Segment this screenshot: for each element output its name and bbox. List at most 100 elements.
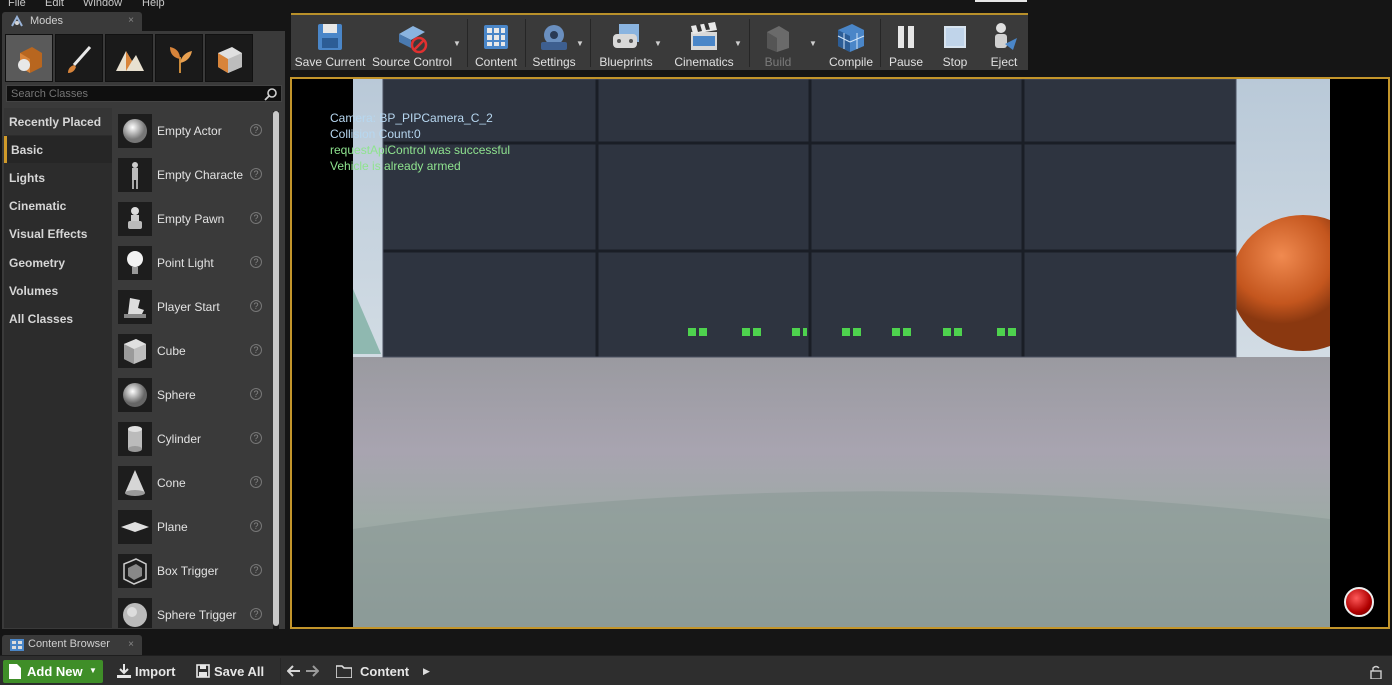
category-geometry[interactable]: Geometry xyxy=(4,249,112,276)
search-input[interactable] xyxy=(11,87,256,101)
help-icon[interactable]: ? xyxy=(250,388,262,400)
game-viewport[interactable]: Camera: BP_PIPCamera_C_2 Collision Count… xyxy=(290,77,1390,629)
list-item[interactable]: Empty Actor ? xyxy=(114,110,272,150)
compile-button[interactable]: Compile xyxy=(825,15,877,70)
level-editor-toolbar: Save Current Source Control ▼ Content Se… xyxy=(291,13,1028,70)
build-dropdown-icon[interactable]: ▼ xyxy=(809,39,819,49)
import-button[interactable]: Import xyxy=(117,660,179,683)
cinematics-button[interactable]: Cinematics xyxy=(671,15,737,70)
recording-dot-icon[interactable] xyxy=(1344,587,1374,617)
list-item[interactable]: Cube ? xyxy=(114,330,272,370)
list-item[interactable]: Sphere Trigger ? xyxy=(114,594,272,628)
content-button[interactable]: Content xyxy=(471,15,521,70)
close-icon[interactable]: × xyxy=(128,15,134,26)
pawn-icon xyxy=(118,202,152,236)
sphere-trigger-icon xyxy=(118,598,152,628)
foliage-mode-button[interactable] xyxy=(155,34,203,82)
list-item[interactable]: Player Start ? xyxy=(114,286,272,326)
cube-icon xyxy=(118,334,152,368)
collision-overlay-text: Collision Count:0 xyxy=(330,127,421,141)
category-basic[interactable]: Basic xyxy=(4,136,112,163)
category-all-classes[interactable]: All Classes xyxy=(4,305,112,332)
geometry-edit-mode-button[interactable] xyxy=(205,34,253,82)
menu-file[interactable]: File xyxy=(8,0,26,9)
source-control-label: Source Control xyxy=(371,55,453,69)
source-control-icon xyxy=(399,26,428,54)
help-icon[interactable]: ? xyxy=(250,344,262,356)
help-icon[interactable]: ? xyxy=(250,212,262,224)
add-new-button[interactable]: Add New ▼ xyxy=(3,660,103,683)
list-item[interactable]: Plane ? xyxy=(114,506,272,546)
help-icon[interactable]: ? xyxy=(250,256,262,268)
list-item[interactable]: Cone ? xyxy=(114,462,272,502)
list-item[interactable]: Point Light ? xyxy=(114,242,272,282)
blueprints-label: Blueprints xyxy=(599,55,653,69)
back-arrow-icon[interactable] xyxy=(286,664,301,680)
settings-dropdown-icon[interactable]: ▼ xyxy=(576,39,586,49)
help-icon[interactable]: ? xyxy=(250,124,262,136)
menu-window[interactable]: Window xyxy=(83,0,122,9)
forward-arrow-icon[interactable] xyxy=(305,664,320,680)
pause-button[interactable]: Pause xyxy=(883,15,929,70)
menu-help[interactable]: Help xyxy=(142,0,165,9)
content-browser-icon xyxy=(10,639,24,651)
blueprints-dropdown-icon[interactable]: ▼ xyxy=(654,39,664,49)
search-classes-box xyxy=(6,85,282,102)
content-grid-icon xyxy=(484,25,508,49)
source-control-button[interactable]: Source Control xyxy=(371,15,453,70)
list-item[interactable]: Empty Characte ? xyxy=(114,154,272,194)
toolbar-separator xyxy=(467,19,468,67)
help-icon[interactable]: ? xyxy=(250,432,262,444)
help-icon[interactable]: ? xyxy=(250,520,262,532)
paint-mode-button[interactable] xyxy=(55,34,103,82)
content-browser-tab-label: Content Browser xyxy=(28,638,110,650)
place-mode-icon xyxy=(18,47,42,73)
search-icon[interactable] xyxy=(264,87,278,101)
source-control-dropdown-icon[interactable]: ▼ xyxy=(453,39,463,49)
paint-mode-icon xyxy=(68,46,92,73)
modes-panel: Recently Placed Basic Lights Cinematic V… xyxy=(2,31,285,629)
category-lights[interactable]: Lights xyxy=(4,164,112,191)
settings-gear-icon xyxy=(541,25,567,50)
item-label: Cylinder xyxy=(157,432,202,446)
content-browser-tab[interactable]: Content Browser × xyxy=(2,635,142,655)
close-icon[interactable]: × xyxy=(128,639,134,650)
chevron-right-icon[interactable]: ▶ xyxy=(423,666,430,677)
scrollbar-thumb[interactable] xyxy=(273,111,279,626)
help-icon[interactable]: ? xyxy=(250,168,262,180)
save-all-button[interactable]: Save All xyxy=(196,660,268,683)
category-visual-effects[interactable]: Visual Effects xyxy=(4,220,112,247)
compile-label: Compile xyxy=(828,55,873,69)
save-current-button[interactable]: Save Current xyxy=(293,15,367,70)
stop-button[interactable]: Stop xyxy=(932,15,978,70)
box-trigger-icon xyxy=(118,554,152,588)
help-icon[interactable]: ? xyxy=(250,564,262,576)
item-label: Empty Characte xyxy=(157,168,244,182)
lock-icon[interactable] xyxy=(1370,665,1382,679)
settings-button[interactable]: Settings xyxy=(529,15,579,70)
menu-edit[interactable]: Edit xyxy=(45,0,64,9)
blueprints-button[interactable]: Blueprints xyxy=(594,15,658,70)
list-item[interactable]: Sphere ? xyxy=(114,374,272,414)
modes-tab[interactable]: Modes × xyxy=(2,12,142,31)
content-label: Content xyxy=(474,55,518,69)
plane-icon xyxy=(118,510,152,544)
item-label: Plane xyxy=(157,520,188,534)
build-button[interactable]: Build xyxy=(753,15,803,70)
category-volumes[interactable]: Volumes xyxy=(4,277,112,304)
help-icon[interactable]: ? xyxy=(250,608,262,620)
place-mode-button[interactable] xyxy=(5,34,53,82)
list-item[interactable]: Box Trigger ? xyxy=(114,550,272,590)
category-cinematic[interactable]: Cinematic xyxy=(4,192,112,219)
class-list-scrollbar[interactable] xyxy=(273,111,279,629)
list-item[interactable]: Cylinder ? xyxy=(114,418,272,458)
help-icon[interactable]: ? xyxy=(250,476,262,488)
landscape-mode-button[interactable] xyxy=(105,34,153,82)
eject-button[interactable]: Eject xyxy=(981,15,1027,70)
category-recently-placed[interactable]: Recently Placed xyxy=(4,108,112,135)
cinematics-label: Cinematics xyxy=(674,55,734,69)
cinematics-dropdown-icon[interactable]: ▼ xyxy=(734,39,744,49)
help-icon[interactable]: ? xyxy=(250,300,262,312)
build-label: Build xyxy=(764,55,792,69)
list-item[interactable]: Empty Pawn ? xyxy=(114,198,272,238)
